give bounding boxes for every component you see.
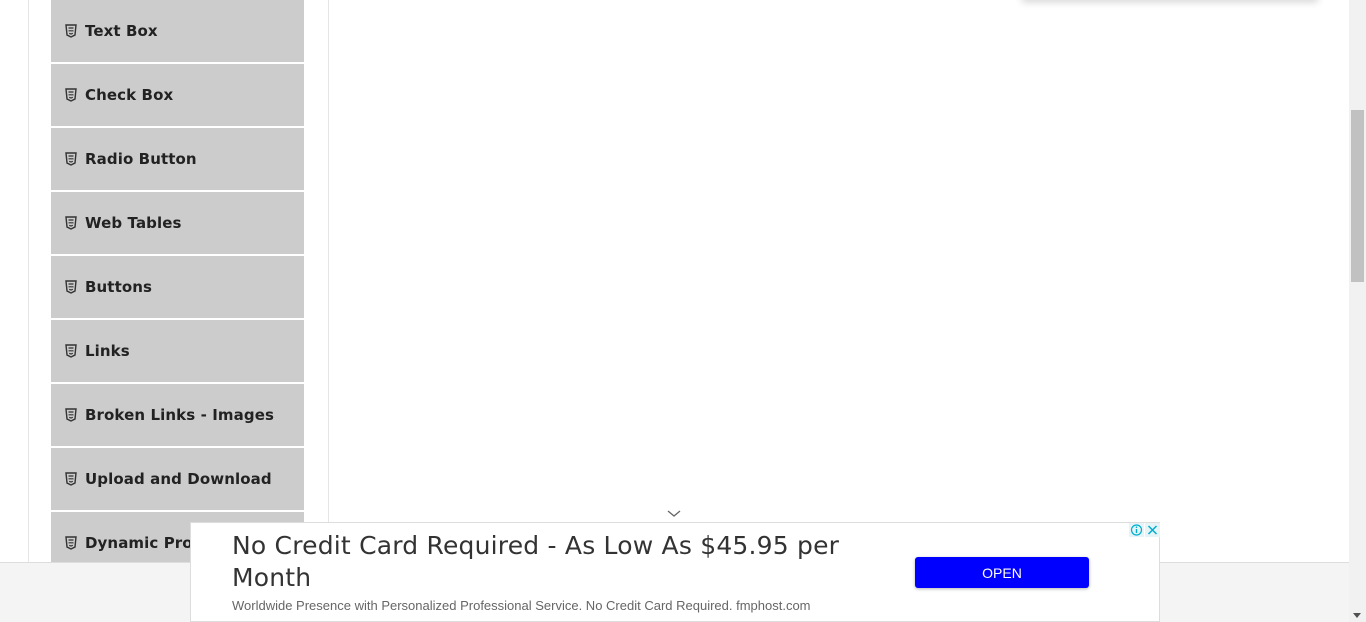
- sidebar-menu: Text Box Check Box Radio Button Web Tabl…: [51, 0, 304, 562]
- sidebar-item-check-box[interactable]: Check Box: [51, 64, 304, 128]
- ad-title[interactable]: No Credit Card Required - As Low As $45.…: [232, 530, 852, 594]
- sidebar-item-web-tables[interactable]: Web Tables: [51, 192, 304, 256]
- ad-collapse-chevron-icon[interactable]: [665, 506, 683, 520]
- sidebar-item-label: Check Box: [85, 86, 174, 104]
- html5-icon: [65, 24, 77, 38]
- sidebar-item-label: Upload and Download: [85, 470, 272, 488]
- html5-icon: [65, 408, 77, 422]
- sidebar-item-label: Radio Button: [85, 150, 197, 168]
- sidebar-divider: [328, 0, 329, 562]
- sidebar-item-label: Links: [85, 342, 130, 360]
- sidebar-item-radio-button[interactable]: Radio Button: [51, 128, 304, 192]
- sidebar-item-broken-links-images[interactable]: Broken Links - Images: [51, 384, 304, 448]
- html5-icon: [65, 152, 77, 166]
- scroll-down-arrow-icon[interactable]: [1353, 613, 1361, 618]
- sidebar-item-text-box[interactable]: Text Box: [51, 0, 304, 64]
- ad-choices-info-icon[interactable]: [1129, 523, 1144, 537]
- advertisement-banner: No Credit Card Required - As Low As $45.…: [190, 522, 1160, 622]
- sidebar-item-label: Text Box: [85, 22, 158, 40]
- sidebar-item-label: Web Tables: [85, 214, 182, 232]
- html5-icon: [65, 472, 77, 486]
- scrollbar-thumb[interactable]: [1351, 110, 1364, 282]
- ad-open-button[interactable]: OPEN: [915, 557, 1089, 588]
- ad-close-icon[interactable]: [1145, 523, 1160, 537]
- ad-description: Worldwide Presence with Personalized Pro…: [232, 598, 811, 613]
- html5-icon: [65, 88, 77, 102]
- vertical-scrollbar[interactable]: [1349, 0, 1366, 622]
- html5-icon: [65, 536, 77, 550]
- sidebar-item-links[interactable]: Links: [51, 320, 304, 384]
- sidebar-item-buttons[interactable]: Buttons: [51, 256, 304, 320]
- html5-icon: [65, 216, 77, 230]
- sidebar-item-label: Broken Links - Images: [85, 406, 275, 424]
- html5-icon: [65, 344, 77, 358]
- sidebar-item-upload-and-download[interactable]: Upload and Download: [51, 448, 304, 512]
- page-left-border: [28, 0, 29, 562]
- sidebar-item-label: Buttons: [85, 278, 153, 296]
- html5-icon: [65, 280, 77, 294]
